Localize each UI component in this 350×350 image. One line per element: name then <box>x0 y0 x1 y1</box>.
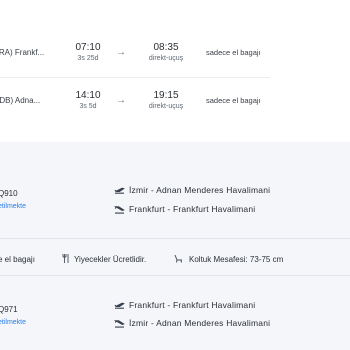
flight-status: etilmekte <box>0 203 27 210</box>
departure-airport: İzmir - Adnan Menderes Havalimani <box>114 185 270 195</box>
arrow-right-icon: → <box>116 47 126 58</box>
departure-airport: Frankfurt - Frankfurt Havalimani <box>114 300 255 310</box>
baggage-info: sadece el bagajı <box>206 96 261 105</box>
departure-airport-label: İzmir - Adnan Menderes Havalimani <box>129 185 271 195</box>
route-city: ADB) Adna... <box>0 96 41 105</box>
arrival-airport-label: Frankfurt - Frankfurt Havalimani <box>129 204 256 214</box>
arrival-block: 08:35 direkt-uçuş <box>144 42 188 62</box>
baggage-amenity: e el bagajı <box>0 255 35 264</box>
baggage-info: sadece el bagajı <box>206 48 261 57</box>
flight-type: direkt-uçuş <box>148 103 184 110</box>
amenities-row: e el bagajı Yiyecekler Ücretlidir. Koltu… <box>0 252 350 268</box>
arrival-time: 08:35 <box>153 42 179 53</box>
arrival-time: 19:15 <box>153 90 179 101</box>
arrival-airport: Frankfurt - Frankfurt Havalimani <box>113 204 256 214</box>
arrival-airport: İzmir - Adnan Menderes Havalimani <box>113 318 271 328</box>
flight-segment: Q971 etilmekte Frankfurt - Frankfurt Hav… <box>0 286 350 336</box>
flight-code: Q910 <box>0 189 18 198</box>
flight-code: Q971 <box>0 305 18 314</box>
seat-icon <box>174 254 183 265</box>
plane-landing-icon <box>113 320 125 328</box>
flight-segment: Q910 etilmekte İzmir - Adnan Menderes Ha… <box>0 170 350 234</box>
flight-duration: 3s 5d <box>79 103 97 110</box>
divider <box>0 238 350 239</box>
divider <box>0 275 350 276</box>
arrival-block: 19:15 direkt-uçuş <box>144 90 188 110</box>
plane-landing-icon <box>113 206 125 214</box>
seat-amenity: Koltuk Mesafesi: 73-75 cm <box>189 255 284 264</box>
flight-option-row[interactable]: FRA) Frankf... 07:10 3s 25d → 08:35 dire… <box>0 30 270 78</box>
flight-options-card: FRA) Frankf... 07:10 3s 25d → 08:35 dire… <box>0 0 350 126</box>
arrow-right-icon: → <box>116 95 126 106</box>
departure-airport-label: Frankfurt - Frankfurt Havalimani <box>129 300 256 310</box>
departure-block: 14:10 3s 5d <box>68 90 108 110</box>
departure-block: 07:10 3s 25d <box>68 42 108 62</box>
route-city: FRA) Frankf... <box>0 48 45 57</box>
plane-takeoff-icon <box>114 302 125 309</box>
flight-status: etilmekte <box>0 319 27 326</box>
arrival-airport-label: İzmir - Adnan Menderes Havalimani <box>129 318 271 328</box>
plane-takeoff-icon <box>114 187 125 194</box>
flight-duration: 3s 25d <box>77 55 99 62</box>
flight-option-row[interactable]: ADB) Adna... 14:10 3s 5d → 19:15 direkt-… <box>0 78 270 126</box>
departure-time: 14:10 <box>75 90 101 101</box>
food-amenity: Yiyecekler Ücretlidir. <box>74 255 147 264</box>
flight-type: direkt-uçuş <box>148 55 184 62</box>
departure-time: 07:10 <box>75 42 101 53</box>
cutlery-icon <box>62 254 69 265</box>
